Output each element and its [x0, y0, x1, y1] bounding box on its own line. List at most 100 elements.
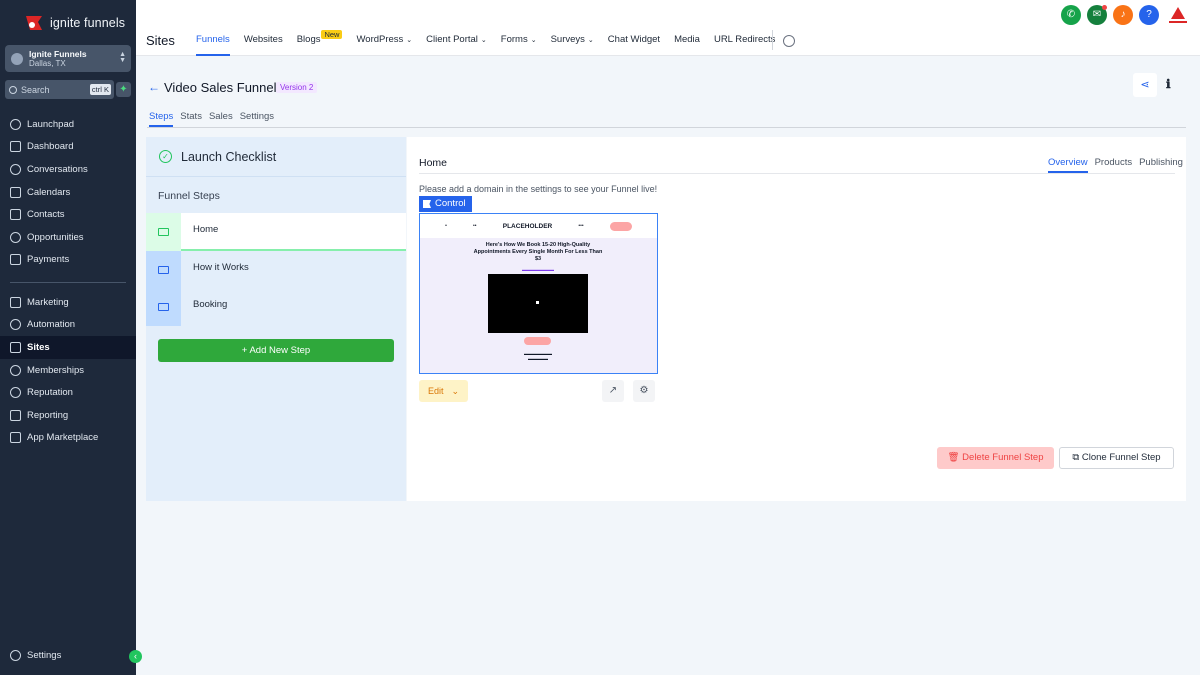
- sites-icon: [10, 341, 21, 353]
- collapse-sidebar-button[interactable]: ‹: [129, 650, 142, 663]
- sidebar-item-dashboard[interactable]: Dashboard: [0, 136, 136, 159]
- add-new-step-button[interactable]: + Add New Step: [158, 339, 394, 362]
- funnel-title: Video Sales Funnel: [164, 80, 277, 95]
- sidebar-item-calendars[interactable]: Calendars: [0, 181, 136, 204]
- tab-label: Funnels: [196, 34, 230, 45]
- tab-websites[interactable]: Websites: [237, 34, 290, 52]
- star-icon: [10, 387, 21, 399]
- tab-funnels[interactable]: Funnels: [189, 34, 237, 56]
- phone-icon[interactable]: ✆: [1061, 5, 1081, 25]
- clone-funnel-step-button[interactable]: ⧉ Clone Funnel Step: [1059, 447, 1174, 469]
- sidebar-item-contacts[interactable]: Contacts: [0, 203, 136, 226]
- tab-client-portal[interactable]: Client Portal ⌄: [419, 34, 494, 52]
- account-switcher[interactable]: Ignite Funnels Dallas, TX ▲ ▼: [5, 45, 131, 72]
- notification-dot: [1102, 5, 1107, 10]
- tab-sales[interactable]: Sales: [209, 111, 233, 122]
- funnel-step-label: How it Works: [193, 262, 249, 273]
- apps-icon: [10, 432, 21, 444]
- delete-funnel-step-button[interactable]: 🗑 Delete Funnel Step: [937, 447, 1054, 469]
- help-icon[interactable]: ?: [1139, 5, 1159, 25]
- sidebar-item-settings[interactable]: Settings: [0, 644, 136, 667]
- tab-label: Surveys: [550, 34, 585, 45]
- launch-checklist-header[interactable]: ✓ Launch Checklist: [146, 137, 406, 177]
- gear-icon: ⚙: [639, 385, 649, 396]
- preview-body: Here's How We Book 15-20 High-Quality Ap…: [420, 238, 657, 373]
- company-logo-icon[interactable]: [1165, 5, 1191, 25]
- search-placeholder: Search: [21, 84, 50, 95]
- tab-label: Chat Widget: [607, 34, 661, 45]
- gear-icon: [10, 649, 21, 661]
- sidebar-item-label: Reputation: [27, 387, 73, 399]
- sidebar-item-opportunities[interactable]: Opportunities: [0, 226, 136, 249]
- megaphone-icon[interactable]: ✉: [1087, 5, 1107, 25]
- tab-media[interactable]: Media: [667, 34, 707, 52]
- sidebar-item-label: Payments: [27, 254, 70, 266]
- sidebar-item-label: Settings: [27, 649, 62, 661]
- tab-blogs[interactable]: Blogs New: [290, 30, 343, 52]
- clone-label: Clone Funnel Step: [1081, 452, 1161, 463]
- funnel-step-label: Home: [193, 224, 219, 235]
- sidebar-item-label: Automation: [27, 319, 76, 331]
- tab-stats[interactable]: Stats: [180, 111, 202, 122]
- tab-overview[interactable]: Overview: [1048, 157, 1088, 173]
- header-actions: ✆ ✉ ♪ ?: [1061, 5, 1191, 25]
- chevron-updown-icon: ▲ ▼: [119, 51, 126, 64]
- top-bar: Sites Funnels Websites Blogs New WordPres…: [136, 0, 1200, 56]
- open-external-button[interactable]: ↗: [602, 380, 624, 402]
- search-input[interactable]: Search ctrl K: [5, 80, 114, 99]
- chevron-down-icon: ⌄: [406, 37, 413, 44]
- tab-surveys[interactable]: Surveys ⌄: [544, 34, 601, 52]
- opportunities-icon: [10, 231, 21, 243]
- funnel-step-how-it-works[interactable]: How it Works: [146, 251, 406, 289]
- step-icon-column: [146, 251, 181, 289]
- sidebar-item-sites[interactable]: Sites: [0, 336, 136, 359]
- info-icon: ℹ: [1166, 77, 1171, 91]
- info-button[interactable]: ℹ: [1166, 77, 1171, 91]
- tab-wordpress[interactable]: WordPress ⌄: [349, 34, 419, 52]
- gear-icon[interactable]: [783, 35, 795, 47]
- tab-settings[interactable]: Settings: [240, 111, 274, 122]
- sidebar-item-marketing[interactable]: Marketing: [0, 291, 136, 314]
- sidebar-item-conversations[interactable]: Conversations: [0, 158, 136, 181]
- tab-forms[interactable]: Forms ⌄: [494, 34, 544, 52]
- sidebar-item-reputation[interactable]: Reputation: [0, 381, 136, 404]
- tabs-divider: [147, 127, 1186, 128]
- launch-checklist-panel: ✓ Launch Checklist Funnel Steps Home How…: [146, 137, 406, 501]
- funnel-step-home[interactable]: Home: [146, 213, 406, 251]
- location-icon: [11, 52, 23, 65]
- payments-icon: [10, 254, 21, 266]
- mail-icon: [158, 228, 169, 236]
- version-badge: Version 2: [276, 82, 318, 93]
- tab-products[interactable]: Products: [1095, 157, 1133, 168]
- sidebar-item-automation[interactable]: Automation: [0, 314, 136, 337]
- edit-button[interactable]: Edit ⌄: [419, 380, 468, 402]
- brand-logo[interactable]: ignite funnels: [24, 14, 125, 32]
- sidebar-item-app-marketplace[interactable]: App Marketplace: [0, 427, 136, 450]
- funnel-tabs: Steps Stats Sales Settings: [149, 111, 274, 127]
- preview-cta-button: [524, 337, 551, 345]
- bell-icon[interactable]: ♪: [1113, 5, 1133, 25]
- step-title: Home: [419, 157, 448, 169]
- mail-icon: [158, 266, 169, 274]
- sidebar-item-label: Conversations: [27, 163, 88, 175]
- ai-spark-button[interactable]: ✦: [116, 82, 131, 97]
- sidebar-item-launchpad[interactable]: Launchpad: [0, 113, 136, 136]
- step-tabs: Overview Products Publishing: [1048, 157, 1183, 173]
- chevron-down-icon: ⌄: [530, 37, 537, 44]
- tab-chat-widget[interactable]: Chat Widget: [601, 34, 667, 52]
- sidebar-item-label: Calendars: [27, 186, 71, 198]
- sidebar-item-reporting[interactable]: Reporting: [0, 404, 136, 427]
- control-label: Control: [435, 198, 466, 209]
- preview-subheadline: ▬▬▬▬▬▬▬▬: [522, 267, 554, 272]
- funnel-step-booking[interactable]: Booking: [146, 288, 406, 326]
- sidebar-item-payments[interactable]: Payments: [0, 249, 136, 272]
- back-button[interactable]: ←: [148, 80, 160, 94]
- step-settings-button[interactable]: ⚙: [633, 380, 655, 402]
- chevron-down-icon: ⌄: [480, 37, 487, 44]
- page-preview-thumbnail[interactable]: • •• PLACEHOLDER ••• Here's How We Book …: [419, 213, 658, 374]
- tab-steps[interactable]: Steps: [149, 111, 174, 127]
- tab-publishing[interactable]: Publishing: [1139, 157, 1183, 168]
- sidebar-item-memberships[interactable]: Memberships: [0, 359, 136, 382]
- page-title: Sites: [146, 33, 175, 48]
- share-button[interactable]: ⋖: [1133, 73, 1157, 97]
